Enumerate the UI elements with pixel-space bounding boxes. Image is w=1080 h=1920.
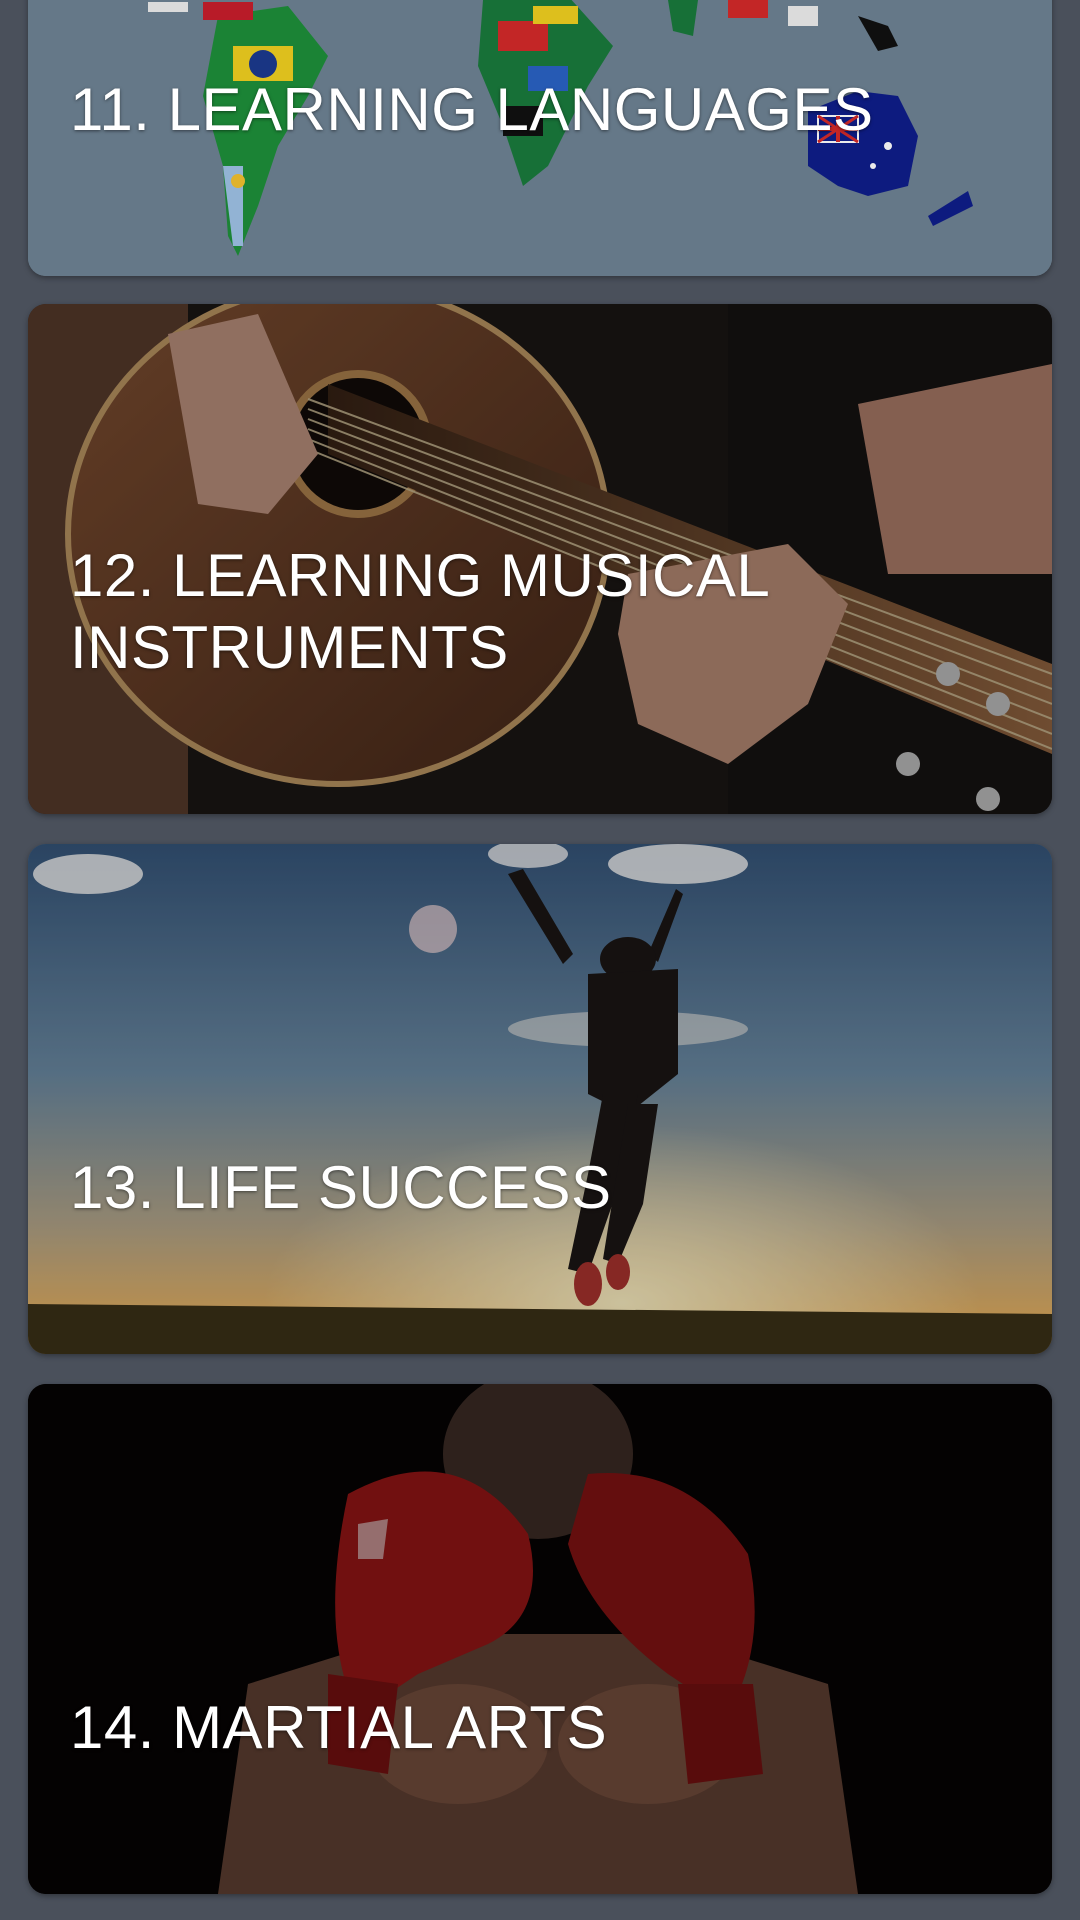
category-title: 13. LIFE SUCCESS [70, 1154, 612, 1221]
image-overlay [28, 1384, 1052, 1894]
category-card-martial-arts[interactable]: 14. MARTIAL ARTS [28, 1384, 1052, 1894]
category-title: 11. LEARNING LANGUAGES [70, 76, 874, 143]
category-card-life-success[interactable]: 13. LIFE SUCCESS [28, 844, 1052, 1354]
category-list: 11. LEARNING LANGUAGES 12. LEARNING MUSI… [0, 0, 1080, 1920]
category-title: 14. MARTIAL ARTS [70, 1694, 608, 1761]
category-card-learning-musical-instruments[interactable]: 12. LEARNING MUSICAL INSTRUMENTS [28, 304, 1052, 814]
category-card-learning-languages[interactable]: 11. LEARNING LANGUAGES [28, 0, 1052, 276]
category-title: 12. LEARNING MUSICAL INSTRUMENTS [70, 542, 768, 681]
image-overlay [28, 844, 1052, 1354]
